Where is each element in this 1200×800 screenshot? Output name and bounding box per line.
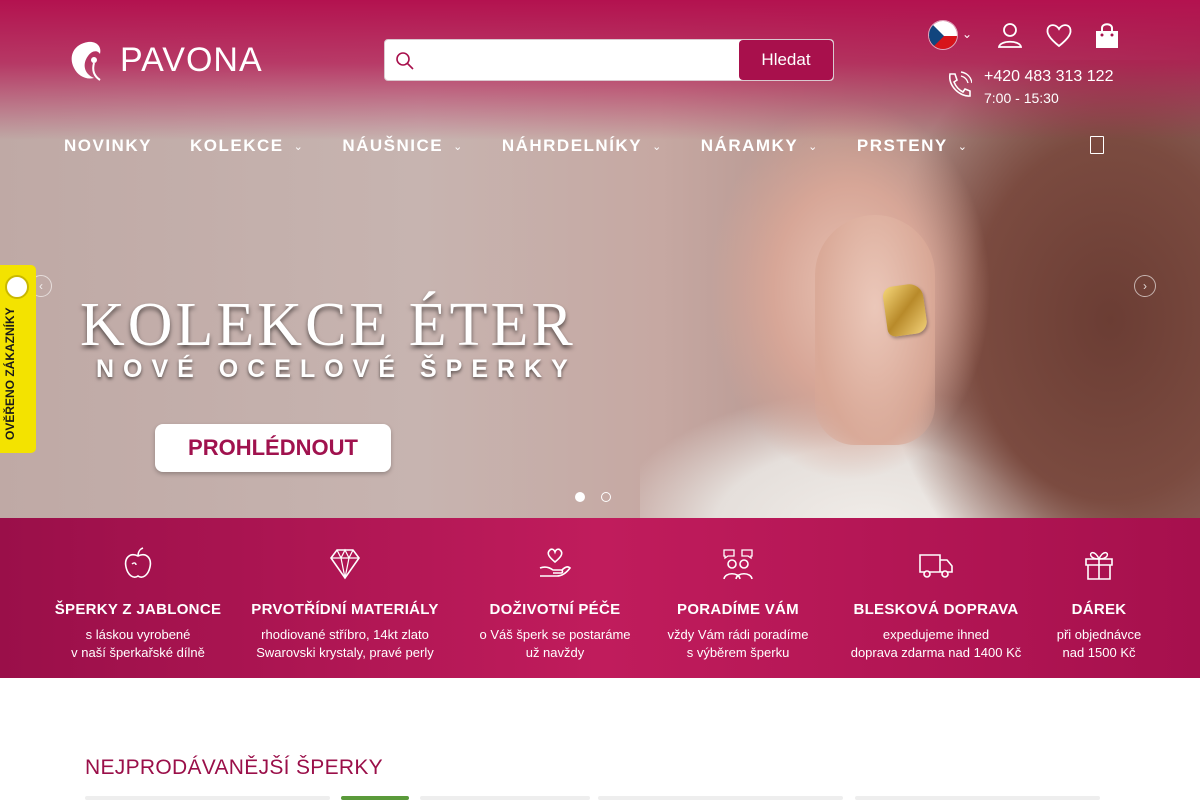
chevron-down-icon: ⌄ [957, 140, 969, 153]
shopping-bag-icon[interactable] [1092, 20, 1122, 50]
slider-dot-1[interactable] [575, 492, 585, 502]
bestsellers-title: NEJPRODÁVANĚJŠÍ ŠPERKY [85, 756, 383, 779]
usp-title: PRVOTŘÍDNÍ MATERIÁLY [251, 601, 439, 618]
user-icon[interactable] [995, 20, 1025, 50]
product-card-edge [598, 796, 843, 800]
usp-item: DOŽIVOTNÍ PÉČE o Váš šperk se postaráme … [455, 546, 655, 662]
usp-item: DÁREK při objednávce nad 1500 Kč [1034, 546, 1164, 662]
page: KOLEKCE ÉTER NOVÉ OCELOVÉ ŠPERKY PROHLÉD… [0, 0, 1200, 800]
search-bar: Hledat [384, 39, 834, 81]
hero-cta-button[interactable]: PROHLÉDNOUT [155, 424, 391, 472]
usp-line: s výběrem šperku [686, 645, 790, 660]
slider-dot-2[interactable] [601, 492, 611, 502]
hero-earring [881, 282, 929, 338]
nav-item-label: KOLEKCE [189, 136, 284, 155]
product-card-edge [420, 796, 590, 800]
nav-item-nahrdelniky[interactable]: NÁHRDELNÍKY ⌄ [502, 136, 663, 156]
usp-title: BLESKOVÁ DOPRAVA [853, 601, 1019, 618]
usp-item: PORADÍME VÁM vždy Vám rádi poradíme s vý… [648, 546, 828, 662]
nav-item-novinky[interactable]: NOVINKY [64, 136, 152, 156]
usp-title: ŠPERKY Z JABLONCE [54, 601, 222, 618]
main-nav: NOVINKY KOLEKCE ⌄ NÁUŠNICE ⌄ NÁHRDELNÍKY ⌄ … [64, 136, 1006, 156]
gift-icon [1085, 551, 1113, 580]
people-chat-icon [723, 549, 753, 580]
usp-line: vždy Vám rádi poradíme [667, 627, 809, 642]
search-input[interactable] [425, 45, 725, 75]
verified-seal-icon [5, 275, 29, 299]
product-card-edge [855, 796, 1100, 800]
usp-line: rhodiované stříbro, 14kt zlato [261, 627, 429, 642]
nav-item-label: PRSTENY [856, 136, 948, 155]
nav-item-kolekce[interactable]: KOLEKCE ⌄ [190, 136, 304, 156]
peacock-logo-icon [71, 41, 101, 81]
usp-line: o Váš šperk se postaráme [479, 627, 631, 642]
diamond-icon [330, 548, 360, 580]
usp-strip: ŠPERKY Z JABLONCE s láskou vyrobené v na… [0, 518, 1200, 678]
slider-next-arrow-icon[interactable]: › [1134, 275, 1156, 297]
product-card-edge [85, 796, 330, 800]
nav-item-nausnice[interactable]: NÁUŠNICE ⌄ [342, 136, 464, 156]
search-button[interactable]: Hledat [739, 40, 833, 80]
nav-item-naramky[interactable]: NÁRAMKY ⌄ [701, 136, 819, 156]
chevron-down-icon: ⌄ [652, 140, 663, 153]
czech-flag-icon[interactable] [928, 20, 958, 50]
hand-heart-icon [539, 548, 572, 577]
language-chevron-down-icon[interactable]: ⌄ [962, 27, 972, 41]
nav-item-label: NOVINKY [64, 136, 152, 155]
search-icon [396, 52, 414, 70]
nav-item-label: NÁUŠNICE [342, 136, 444, 155]
usp-item: BLESKOVÁ DOPRAVA expedujeme ihned doprav… [826, 546, 1046, 662]
usp-line: doprava zdarma nad 1400 Kč [850, 645, 1022, 660]
phone-number[interactable]: +420 483 313 122 [984, 68, 1113, 86]
usp-title: DÁREK [1071, 601, 1127, 618]
chevron-down-icon: ⌄ [293, 140, 305, 153]
hero-subtitle: NOVÉ OCELOVÉ ŠPERKY [96, 355, 577, 383]
usp-line: s láskou vyrobené [85, 627, 191, 642]
heart-icon[interactable] [1044, 20, 1074, 50]
chevron-down-icon: ⌄ [808, 140, 819, 153]
nav-item-label: NÁHRDELNÍKY [501, 136, 643, 155]
verified-badge-label: OVĚŘENO ZÁKAZNÍKY [3, 307, 17, 440]
usp-line: už navždy [525, 645, 585, 660]
usp-line: při objednávce [1056, 627, 1142, 642]
chevron-down-icon: ⌄ [453, 140, 464, 153]
nav-item-label: NÁRAMKY [700, 136, 799, 155]
usp-item: ŠPERKY Z JABLONCE s láskou vyrobené v na… [38, 546, 238, 662]
phone-hours: 7:00 - 15:30 [984, 90, 1059, 106]
nav-item-prsteny[interactable]: PRSTENY ⌄ [857, 136, 969, 156]
product-card-tag [341, 796, 409, 800]
usp-line: v naší šperkařské dílně [71, 645, 205, 660]
phone-icon [949, 71, 972, 97]
truck-icon [919, 554, 953, 578]
usp-line: expedujeme ihned [882, 627, 990, 642]
usp-title: DOŽIVOTNÍ PÉČE [489, 601, 621, 618]
slider-dots [575, 492, 611, 502]
usp-line: nad 1500 Kč [1062, 645, 1136, 660]
brand-logo[interactable]: PAVONA [64, 38, 263, 82]
nav-extra-icon[interactable] [1090, 136, 1104, 154]
usp-title: PORADÍME VÁM [677, 601, 799, 618]
brand-name: PAVONA [120, 40, 263, 79]
hero-title: KOLEKCE ÉTER [80, 291, 576, 359]
usp-line: Swarovski krystaly, pravé perly [256, 645, 434, 660]
usp-item: PRVOTŘÍDNÍ MATERIÁLY rhodiované stříbro,… [240, 546, 450, 662]
apple-icon [124, 547, 152, 578]
